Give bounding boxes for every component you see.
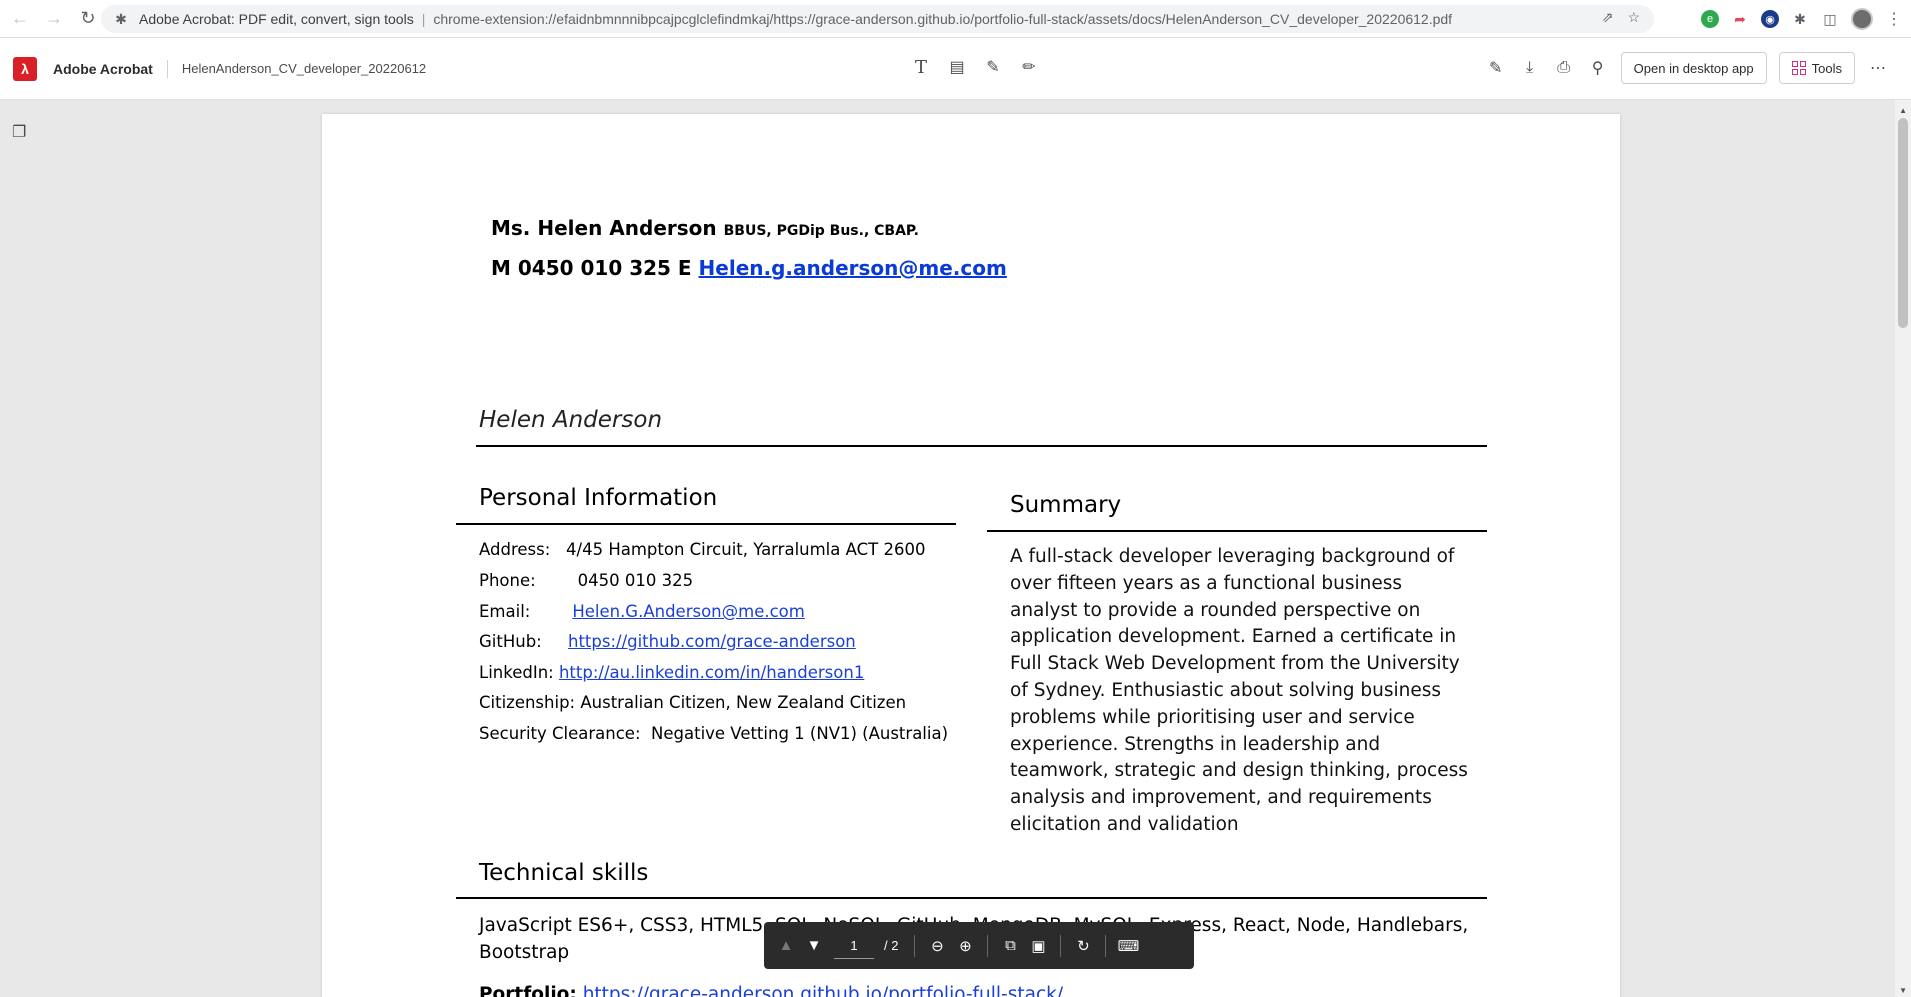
zoom-out-icon[interactable]: ⊖ bbox=[923, 932, 951, 960]
cv-name: Ms. Helen Anderson bbox=[491, 216, 717, 240]
skills-rule bbox=[456, 897, 1487, 899]
contact-prefix: M 0450 010 325 E bbox=[491, 256, 692, 280]
left-rail: ❐ bbox=[0, 100, 40, 997]
file-name: HelenAnderson_CV_developer_20220612 bbox=[181, 61, 427, 76]
open-desktop-button[interactable]: Open in desktop app bbox=[1620, 52, 1767, 84]
info-row-github: GitHub: https://github.com/grace-anderso… bbox=[479, 632, 856, 651]
header-divider bbox=[166, 59, 168, 78]
info-row-linkedin: LinkedIn: http://au.linkedin.com/in/hand… bbox=[479, 663, 864, 682]
cv-qualifications: BBUS, PGDip Bus., CBAP. bbox=[723, 223, 919, 239]
info-label: Email: bbox=[479, 602, 531, 621]
extensions-icon[interactable]: ✱ bbox=[1791, 10, 1809, 28]
info-label: GitHub: bbox=[479, 632, 542, 651]
summary-title: Summary bbox=[1010, 492, 1122, 518]
ext-globe-icon[interactable]: ◉ bbox=[1761, 10, 1779, 28]
cv-name-heading: Ms. Helen Anderson BBUS, PGDip Bus., CBA… bbox=[491, 216, 919, 240]
info-value: Negative Vetting 1 (NV1) (Australia) bbox=[651, 724, 949, 743]
scroll-down-arrow-icon[interactable]: ▼ bbox=[1899, 986, 1907, 995]
pdf-page: Ms. Helen Anderson BBUS, PGDip Bus., CBA… bbox=[322, 114, 1620, 997]
page-up-icon[interactable]: ▲ bbox=[772, 932, 800, 960]
draw-icon[interactable]: ✏ bbox=[1018, 56, 1040, 78]
comment-icon[interactable]: ▤ bbox=[946, 56, 968, 78]
print-icon[interactable]: ⎙ bbox=[1553, 57, 1575, 79]
info-row-phone: Phone: 0450 010 325 bbox=[479, 571, 693, 590]
tools-grid-icon bbox=[1791, 61, 1806, 75]
info-row-address: Address: 4/45 Hampton Circuit, Yarraluml… bbox=[479, 540, 925, 559]
edit-pdf-icon[interactable]: ✎ bbox=[1485, 57, 1507, 79]
tools-label: Tools bbox=[1811, 60, 1842, 76]
page-total: / 2 bbox=[884, 938, 899, 953]
site-name: Adobe Acrobat: PDF edit, convert, sign t… bbox=[139, 11, 414, 27]
acrobat-header: λ Adobe Acrobat HelenAnderson_CV_develop… bbox=[0, 38, 1911, 100]
email-link[interactable]: Helen.G.Anderson@me.com bbox=[572, 602, 805, 621]
info-row-citizenship: Citizenship: Australian Citizen, New Zea… bbox=[479, 693, 906, 712]
contact-email-link[interactable]: Helen.g.anderson@me.com bbox=[699, 256, 1007, 280]
star-icon[interactable]: ☆ bbox=[1627, 9, 1640, 26]
skills-title: Technical skills bbox=[479, 860, 649, 886]
app-title: Adobe Acrobat bbox=[53, 60, 153, 77]
page-number-input[interactable]: 1 bbox=[834, 933, 874, 959]
page-nav-toolbar: ▲ ▼ 1 / 2 ⊖ ⊕ ⧉ ▣ ↻ ⌨ bbox=[764, 922, 1194, 969]
rotate-icon[interactable]: ↻ bbox=[1069, 932, 1097, 960]
share-icon[interactable]: ⇗ bbox=[1602, 9, 1614, 26]
scrollbar-thumb[interactable] bbox=[1898, 118, 1908, 328]
zoom-in-icon[interactable]: ⊕ bbox=[951, 932, 979, 960]
reload-icon[interactable]: ↻ bbox=[74, 5, 102, 33]
download-icon[interactable]: ⤓ bbox=[1519, 57, 1541, 79]
url-text: chrome-extension://efaidnbmnnnibpcajpcgl… bbox=[433, 11, 1453, 27]
toolbar-separator bbox=[1105, 934, 1107, 957]
evernote-icon[interactable]: e bbox=[1701, 10, 1719, 28]
info-label: Citizenship: bbox=[479, 693, 576, 712]
info-label: LinkedIn: bbox=[479, 663, 554, 682]
browser-menu-icon[interactable]: ⋮ bbox=[1885, 10, 1903, 28]
scroll-mode-icon[interactable]: ⌨ bbox=[1114, 932, 1142, 960]
omnibox-separator: | bbox=[421, 11, 426, 27]
portfolio-link[interactable]: https://grace-anderson.github.io/portfol… bbox=[583, 984, 1063, 997]
portfolio-row: Portfolio: https://grace-anderson.github… bbox=[479, 984, 1063, 997]
fit-page-icon[interactable]: ⧉ bbox=[996, 932, 1024, 960]
scroll-up-arrow-icon[interactable]: ▲ bbox=[1899, 106, 1907, 115]
search-icon[interactable]: ⚲ bbox=[1587, 57, 1609, 79]
browser-toolbar: ← → ↻ ✱ Adobe Acrobat: PDF edit, convert… bbox=[0, 0, 1911, 38]
annotation-tools: T ▤ ✎ ✏ bbox=[910, 56, 1040, 78]
toolbar-separator bbox=[1060, 934, 1062, 957]
info-label: Security Clearance: bbox=[479, 724, 641, 743]
puzzle-icon: ✱ bbox=[115, 10, 127, 27]
name-rule bbox=[476, 445, 1487, 447]
tools-button[interactable]: Tools bbox=[1778, 52, 1855, 84]
forward-icon[interactable]: → bbox=[40, 5, 68, 33]
toolbar-separator bbox=[914, 934, 916, 957]
back-icon[interactable]: ← bbox=[6, 5, 34, 33]
cv-contact-line: M 0450 010 325 E Helen.g.anderson@me.com bbox=[491, 256, 1007, 280]
page-down-icon[interactable]: ▼ bbox=[800, 932, 828, 960]
toolbar-separator bbox=[987, 934, 989, 957]
cv-full-name: Helen Anderson bbox=[479, 407, 663, 433]
ext-arrow-icon[interactable]: ➦ bbox=[1731, 10, 1749, 28]
personal-info-rule bbox=[456, 523, 956, 525]
fit-width-icon[interactable]: ▣ bbox=[1024, 932, 1052, 960]
side-panel-icon[interactable]: ◫ bbox=[1821, 10, 1839, 28]
info-value: 4/45 Hampton Circuit, Yarralumla ACT 260… bbox=[566, 540, 926, 559]
info-value: Australian Citizen, New Zealand Citizen bbox=[580, 693, 907, 712]
personal-info-title: Personal Information bbox=[479, 485, 718, 511]
info-label: Address: bbox=[479, 540, 551, 559]
info-row-clearance: Security Clearance: Negative Vetting 1 (… bbox=[479, 724, 948, 743]
portfolio-label: Portfolio: bbox=[479, 984, 577, 997]
info-row-email: Email: Helen.G.Anderson@me.com bbox=[479, 602, 805, 621]
page-thumbnails-icon[interactable]: ❐ bbox=[12, 122, 26, 142]
linkedin-link[interactable]: http://au.linkedin.com/in/handerson1 bbox=[559, 663, 864, 682]
address-bar[interactable]: ✱ Adobe Acrobat: PDF edit, convert, sign… bbox=[101, 5, 1654, 33]
summary-rule bbox=[987, 530, 1487, 532]
highlight-icon[interactable]: ✎ bbox=[982, 56, 1004, 78]
summary-text: A full-stack developer leveraging backgr… bbox=[1010, 546, 1468, 835]
add-text-icon[interactable]: T bbox=[910, 56, 932, 78]
profile-avatar[interactable] bbox=[1851, 8, 1873, 30]
github-link[interactable]: https://github.com/grace-anderson bbox=[568, 632, 856, 651]
info-value: 0450 010 325 bbox=[577, 571, 694, 590]
more-options-icon[interactable]: ⋯ bbox=[1867, 57, 1889, 79]
info-label: Phone: bbox=[479, 571, 536, 590]
acrobat-logo-icon: λ bbox=[13, 56, 37, 81]
